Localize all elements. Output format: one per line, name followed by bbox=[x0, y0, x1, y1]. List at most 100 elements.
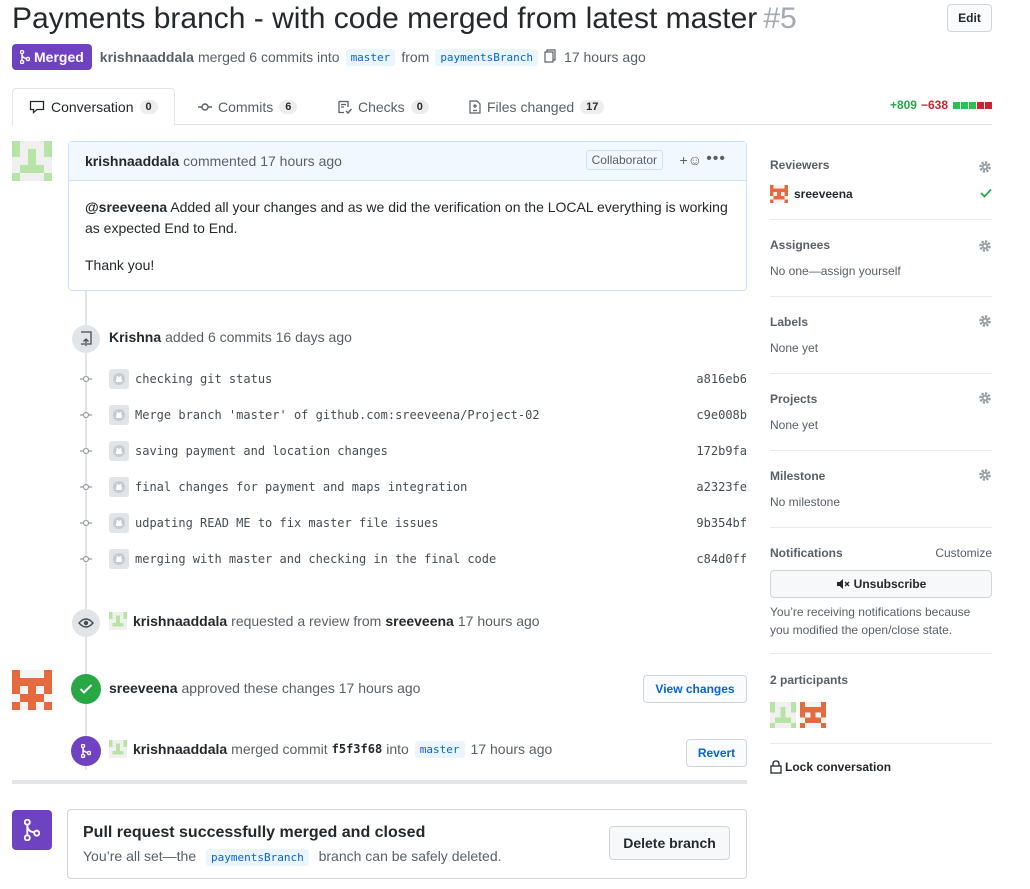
event-reviewer[interactable]: sreeveena bbox=[385, 613, 454, 629]
comment-author[interactable]: krishnaaddala bbox=[85, 153, 179, 169]
sidebar-assignees-label[interactable]: Assignees bbox=[770, 238, 830, 252]
commit-author-avatar[interactable] bbox=[109, 549, 129, 569]
event-into: into bbox=[386, 741, 409, 757]
avatar-krishnaaddala[interactable] bbox=[12, 141, 52, 181]
gear-icon[interactable] bbox=[978, 314, 992, 328]
sidebar-milestone-label[interactable]: Milestone bbox=[770, 469, 825, 483]
sidebar-notifications-label: Notifications bbox=[770, 546, 843, 560]
tab-label: Commits bbox=[218, 98, 274, 115]
edit-button[interactable]: Edit bbox=[947, 4, 992, 32]
revert-button[interactable]: Revert bbox=[686, 739, 747, 767]
event-author[interactable]: Krishna bbox=[109, 329, 161, 345]
eye-icon bbox=[72, 609, 100, 637]
commit-dot-icon bbox=[80, 483, 92, 491]
commit-sha[interactable]: a2323fe bbox=[696, 480, 747, 494]
merge-status-title: Pull request successfully merged and clo… bbox=[83, 824, 426, 841]
tab-commits[interactable]: Commits 6 bbox=[198, 88, 298, 125]
tab-count: 17 bbox=[580, 99, 605, 114]
check-icon bbox=[980, 188, 992, 198]
participant-avatar-sreeveena[interactable] bbox=[800, 702, 826, 728]
lock-conversation-link[interactable]: Lock conversation bbox=[770, 760, 891, 774]
assignees-value[interactable]: No one—assign yourself bbox=[770, 264, 901, 278]
diff-deletions: −638 bbox=[920, 98, 948, 112]
commit-message[interactable]: final changes for payment and maps integ… bbox=[135, 480, 467, 494]
commit-row: Merge branch 'master' of github.com:sree… bbox=[80, 405, 747, 425]
tab-files-changed[interactable]: Files changed 17 bbox=[469, 88, 605, 125]
event-time: 17 hours ago bbox=[457, 613, 540, 629]
avatar-krishnaaddala-small[interactable] bbox=[109, 740, 127, 758]
comment-body: @sreeveena Added all your changes and as… bbox=[69, 181, 746, 308]
merge-status-subtitle: You’re all set—the paymentsBranch branch… bbox=[83, 848, 502, 866]
commit-author-avatar[interactable] bbox=[109, 477, 129, 497]
participants-label: 2 participants bbox=[770, 673, 849, 687]
deletable-branch[interactable]: paymentsBranch bbox=[206, 849, 309, 866]
event-author[interactable]: krishnaaddala bbox=[133, 741, 227, 757]
participant-avatar-krishnaaddala[interactable] bbox=[770, 702, 796, 728]
commit-message[interactable]: merging with master and checking in the … bbox=[135, 552, 496, 566]
delete-branch-button[interactable]: Delete branch bbox=[609, 826, 730, 860]
notifications-note: You’re receiving notifications because y… bbox=[770, 605, 971, 637]
commit-sha[interactable]: 172b9fa bbox=[696, 444, 747, 458]
commit-author-avatar[interactable] bbox=[109, 513, 129, 533]
customize-link[interactable]: Customize bbox=[935, 546, 992, 560]
commit-message[interactable]: Merge branch 'master' of github.com:sree… bbox=[135, 408, 540, 422]
gear-icon[interactable] bbox=[978, 160, 992, 174]
event-author[interactable]: krishnaaddala bbox=[133, 613, 227, 629]
more-options-icon[interactable]: ••• bbox=[706, 150, 726, 168]
merged-state-label: Merged bbox=[34, 49, 84, 65]
add-reaction-icon[interactable]: +☺ bbox=[680, 152, 702, 168]
event-text: requested a review from bbox=[231, 613, 382, 629]
merged-status-icon bbox=[12, 810, 52, 850]
pr-time: 17 hours ago bbox=[564, 49, 646, 65]
sidebar-projects: Projects None yet bbox=[770, 383, 992, 451]
mention-link[interactable]: @sreeveena bbox=[85, 199, 167, 215]
commit-message[interactable]: saving payment and location changes bbox=[135, 444, 388, 458]
copy-icon[interactable] bbox=[544, 48, 556, 66]
commit-sha[interactable]: 9b354bf bbox=[696, 516, 747, 530]
pr-tabs: Conversation 0 Commits 6 Checks 0 Files … bbox=[12, 88, 992, 126]
merge-status-text: branch can be safely deleted. bbox=[318, 848, 502, 864]
commit-sha[interactable]: c84d0ff bbox=[696, 552, 747, 566]
tab-count: 0 bbox=[139, 100, 158, 114]
unsubscribe-button[interactable]: Unsubscribe bbox=[770, 570, 992, 598]
commit-message[interactable]: checking git status bbox=[135, 372, 272, 386]
view-changes-button[interactable]: View changes bbox=[643, 675, 747, 703]
event-author[interactable]: sreeveena bbox=[109, 680, 178, 696]
commit-author-avatar[interactable] bbox=[109, 441, 129, 461]
event-text: merged commit bbox=[231, 741, 328, 757]
reviewer-item[interactable]: sreeveena bbox=[770, 185, 853, 203]
commit-author-avatar[interactable] bbox=[109, 369, 129, 389]
commit-sha[interactable]: a816eb6 bbox=[696, 372, 747, 386]
pr-author[interactable]: krishnaaddala bbox=[100, 49, 194, 65]
comment-header: krishnaaddala commented 17 hours ago Col… bbox=[69, 142, 746, 181]
base-branch[interactable]: master bbox=[345, 48, 396, 66]
merge-commit-sha[interactable]: f5f3f68 bbox=[332, 742, 383, 756]
gear-icon[interactable] bbox=[978, 239, 992, 253]
sidebar-labels-label[interactable]: Labels bbox=[770, 315, 808, 329]
commit-row: udpating READ ME to fix master file issu… bbox=[80, 513, 747, 533]
commit-author-avatar[interactable] bbox=[109, 405, 129, 425]
sidebar-reviewers-label[interactable]: Reviewers bbox=[770, 158, 829, 172]
commit-dot-icon bbox=[80, 555, 92, 563]
commit-row: saving payment and location changes 172b9… bbox=[80, 441, 747, 461]
gear-icon[interactable] bbox=[978, 391, 992, 405]
pr-title-text: Payments branch - with code merged from … bbox=[12, 2, 758, 35]
sidebar-projects-label[interactable]: Projects bbox=[770, 392, 817, 406]
gear-icon[interactable] bbox=[978, 468, 992, 482]
head-branch[interactable]: paymentsBranch bbox=[435, 48, 539, 66]
avatar-sreeveena[interactable] bbox=[12, 670, 52, 710]
avatar-krishnaaddala-small[interactable] bbox=[109, 612, 127, 630]
tab-conversation[interactable]: Conversation 0 bbox=[12, 88, 175, 126]
commit-message[interactable]: udpating READ ME to fix master file issu… bbox=[135, 516, 438, 530]
unsubscribe-label: Unsubscribe bbox=[853, 577, 927, 591]
labels-value: None yet bbox=[770, 341, 819, 355]
merge-branch[interactable]: master bbox=[414, 740, 465, 758]
commit-sha[interactable]: c9e008b bbox=[696, 408, 747, 422]
comment-action: commented 17 hours ago bbox=[183, 153, 342, 169]
commit-dot-icon bbox=[80, 411, 92, 419]
reviewer-name: sreeveena bbox=[794, 187, 853, 201]
diffstat[interactable]: +809 −638 bbox=[890, 98, 992, 112]
tab-checks[interactable]: Checks 0 bbox=[338, 88, 429, 125]
sidebar-labels: Labels None yet bbox=[770, 306, 992, 374]
tab-count: 0 bbox=[410, 99, 429, 114]
